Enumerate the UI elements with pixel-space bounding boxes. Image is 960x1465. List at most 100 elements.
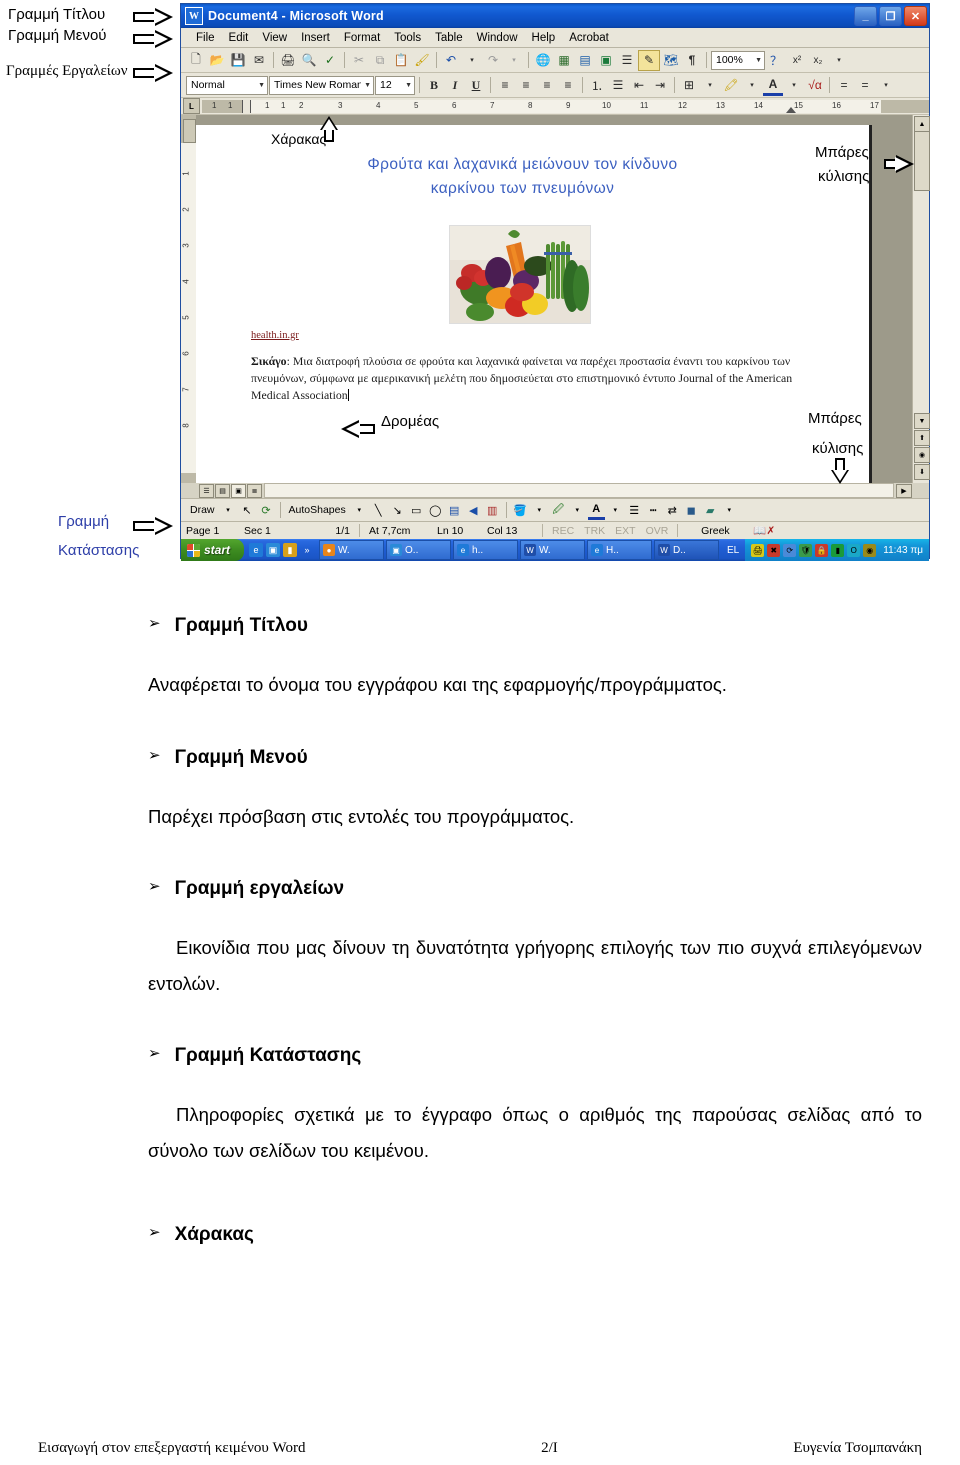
menu-item-window[interactable]: Window [470,31,525,45]
title-bar[interactable]: W Document4 - Microsoft Word _ ❐ ✕ [181,4,929,28]
scroll-right-arrow-icon[interactable]: ▶ [896,483,912,498]
font-color-icon[interactable]: A [763,74,783,96]
normal-view-icon[interactable]: ☰ [199,483,214,498]
chevron-down-icon[interactable]: ▼ [361,82,371,89]
rectangle-icon[interactable]: ▭ [408,502,425,519]
italic-button[interactable]: I [445,76,465,95]
arrow-icon[interactable]: ↘ [389,502,406,519]
task-button-3[interactable]: e h.. [453,540,519,560]
font-size-combo[interactable]: 12 ▼ [375,75,415,95]
spelling-status-icon[interactable]: 📖✗ [748,524,780,537]
highlight-color-icon[interactable]: 🖍 [721,76,741,95]
chevron-down-icon[interactable]: ▼ [402,82,412,89]
chevron-down-icon[interactable]: ▾ [531,502,548,519]
3d-icon[interactable]: ▰ [702,502,719,519]
select-objects-arrow-icon[interactable]: ↖ [239,502,256,519]
bulleted-list-icon[interactable]: ☰ [608,76,628,95]
line-style-icon[interactable]: = [834,76,854,95]
printer-icon[interactable]: 🖨 [751,543,765,557]
chevron-down-icon[interactable]: ▼ [752,57,762,64]
chevron-down-icon[interactable]: ▼ [255,82,265,89]
tables-and-borders-icon[interactable]: ▦ [554,51,574,70]
borders-icon[interactable]: ⊞ [679,76,699,95]
increase-indent-icon[interactable]: ⇥ [650,76,670,95]
math-symbol-icon[interactable]: √α [805,76,825,95]
shadow-icon[interactable]: ◼ [683,502,700,519]
security-icon[interactable]: 🔒 [815,543,829,557]
scroll-up-arrow-icon[interactable]: ▲ [914,116,930,132]
task-button-1[interactable]: ● W. [319,540,385,560]
menu-item-acrobat[interactable]: Acrobat [562,31,616,45]
close-button[interactable]: ✕ [904,6,927,26]
opera-icon[interactable]: O [847,543,861,557]
print-layout-view-icon[interactable]: ▣ [231,483,246,498]
fill-color-icon[interactable]: 🪣 [512,502,529,519]
undo-icon[interactable]: ↶ [441,51,461,70]
toolbar-overflow-icon[interactable]: ▾ [829,51,849,70]
view-buttons[interactable]: ☰ ▤ ▣ ≣ [199,483,262,498]
oval-icon[interactable]: ◯ [427,502,444,519]
arrow-style-icon[interactable]: ⇄ [664,502,681,519]
standard-toolbar[interactable]: 🗋 📂 💾 ✉ 🖨 🔍 ✓ ✂ ⧉ 📋 🖌 ↶ ▾ ↷ ▾ 🌐 ▦ ▤ ▣ ☰ … [181,48,929,73]
show-desktop-icon[interactable]: ▣ [266,543,281,557]
menu-item-file[interactable]: File [189,31,222,45]
draw-menu-button[interactable]: Draw [187,504,218,516]
toolbar-overflow-icon[interactable]: ▾ [876,76,896,95]
task-button-5[interactable]: e H.. [587,540,653,560]
antivirus-icon[interactable]: 🛡 [799,543,813,557]
cut-scissors-icon[interactable]: ✂ [349,51,369,70]
superscript-icon[interactable]: x² [787,51,807,70]
format-painter-icon[interactable]: 🖌 [412,51,432,70]
network-error-icon[interactable]: ✖ [767,543,781,557]
windows-taskbar[interactable]: start e ▣ ▮ » ● W. ▣ O.. e h.. W W. e H.… [181,539,929,561]
insert-clip-art-icon[interactable]: ▥ [484,502,501,519]
text-box-icon[interactable]: ▤ [446,502,463,519]
insert-hyperlink-icon[interactable]: 🌐 [533,51,553,70]
document-area[interactable]: 1 2 3 4 5 6 7 8 Χάρακας Φρούτα και λαχαν… [181,115,930,483]
horizontal-scrollbar-row[interactable]: ☰ ▤ ▣ ≣ ▶ [181,483,929,498]
menu-bar[interactable]: File Edit View Insert Format Tools Table… [181,28,929,48]
language-indicator[interactable]: EL [721,545,745,556]
tab-selector-button[interactable]: L [183,98,200,114]
drawing-icon[interactable]: ✎ [638,49,660,71]
status-rec[interactable]: REC [547,525,579,537]
ruler-strip[interactable]: 1 1 1 1 1 2 3 4 5 6 7 8 9 10 11 12 13 14… [202,99,929,113]
print-preview-icon[interactable]: 🔍 [299,51,319,70]
decrease-indent-icon[interactable]: ⇤ [629,76,649,95]
align-center-icon[interactable]: ≡ [516,76,536,95]
web-layout-view-icon[interactable]: ▤ [215,483,230,498]
task-button-6[interactable]: W D.. [654,540,720,560]
status-trk[interactable]: TRK [579,525,610,537]
menu-item-help[interactable]: Help [525,31,563,45]
taskbar-clock[interactable]: 11:43 πμ [879,545,923,556]
status-ext[interactable]: EXT [610,525,640,537]
document-map-icon[interactable]: 🗺 [661,51,681,70]
line-icon[interactable]: ╲ [370,502,387,519]
chevron-double-right-icon[interactable]: » [300,543,314,557]
select-browse-object-icon[interactable]: ◉ [914,447,930,463]
subscript-icon[interactable]: x₂ [808,51,828,70]
new-document-icon[interactable]: 🗋 [186,51,206,70]
scroll-down-arrow-icon[interactable]: ▼ [914,413,930,429]
align-left-icon[interactable]: ≡ [495,76,515,95]
toolbar-overflow-icon[interactable]: ▾ [721,502,738,519]
status-bar[interactable]: Page 1 Sec 1 1/1 At 7,7cm Ln 10 Col 13 R… [181,521,929,539]
email-icon[interactable]: ✉ [249,51,269,70]
line-style-icon[interactable]: ☰ [626,502,643,519]
vertical-scrollbar[interactable]: ▲ ▼ ⬆ ◉ ⬇ [912,115,930,483]
undo-dropdown-icon[interactable]: ▾ [462,51,482,70]
chevron-down-icon[interactable]: ▾ [742,76,762,95]
redo-icon[interactable]: ↷ [483,51,503,70]
underline-button[interactable]: U [466,76,486,95]
columns-icon[interactable]: ☰ [617,51,637,70]
help-question-icon[interactable]: ？ [766,51,786,70]
line-color-icon[interactable]: 🖉 [550,502,567,519]
font-combo[interactable]: Times New Roman ▼ [269,75,374,95]
outline-view-icon[interactable]: ≣ [247,483,262,498]
horizontal-ruler[interactable]: L 1 1 1 1 1 2 3 4 5 6 7 8 9 10 11 12 13 … [181,98,929,115]
window-controls[interactable]: _ ❐ ✕ [854,6,927,26]
sync-icon[interactable]: ⟳ [783,543,797,557]
line-weight-icon[interactable]: = [855,76,875,95]
minimize-button[interactable]: _ [854,6,877,26]
print-icon[interactable]: 🖨 [278,51,298,70]
